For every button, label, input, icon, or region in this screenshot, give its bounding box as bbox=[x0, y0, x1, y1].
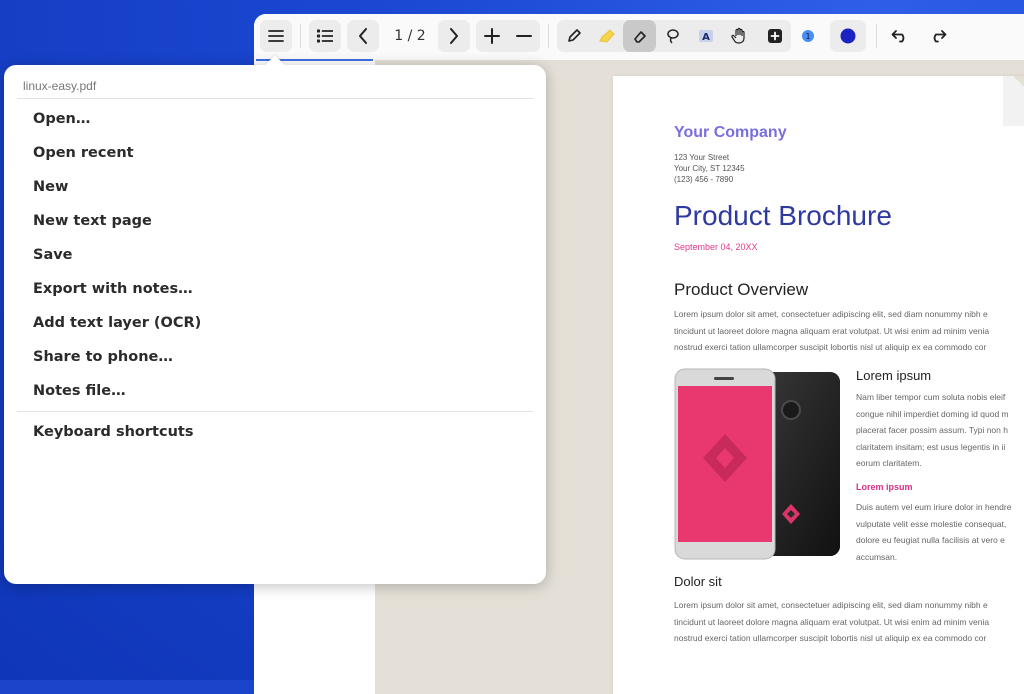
document-date: September 04, 20XX bbox=[674, 242, 758, 252]
paragraph-line: Lorem ipsum dolor sit amet, consectetuer… bbox=[674, 600, 988, 610]
main-menu-button[interactable] bbox=[260, 20, 292, 52]
toolbar-separator bbox=[548, 24, 549, 48]
page-indicator[interactable]: 1 / 2 bbox=[382, 20, 438, 52]
paragraph-line: tincidunt ut laoreet dolore magna aliqua… bbox=[674, 616, 990, 627]
section-heading-2: Dolor sit bbox=[674, 574, 722, 589]
add-button[interactable] bbox=[758, 20, 791, 52]
menu-divider bbox=[17, 411, 533, 412]
section-paragraph-2: Lorem ipsum dolor sit amet, consectetuer… bbox=[674, 597, 989, 647]
paragraph-line: tincidunt ut laoreet dolore magna aliqua… bbox=[674, 325, 990, 336]
menu-item-new-text-page[interactable]: New text page bbox=[33, 213, 152, 229]
paragraph-line: claritatem insitam; est usus legentis in… bbox=[856, 441, 1006, 452]
text-tool-button[interactable]: A bbox=[689, 20, 722, 52]
paragraph-line: placerat facer possim assum. Typi non h bbox=[856, 425, 1008, 435]
paragraph-line: nostrud exerci tation ullamcorper suscip… bbox=[674, 342, 987, 352]
chevron-left-icon bbox=[359, 28, 367, 44]
plus-square-icon bbox=[767, 29, 782, 43]
hand-icon bbox=[730, 27, 745, 44]
stamp-tool-button[interactable]: 1 bbox=[791, 20, 824, 52]
paragraph-line: accumsan. bbox=[856, 551, 898, 562]
menu-filename: linux-easy.pdf bbox=[23, 79, 97, 93]
zoom-group bbox=[476, 20, 540, 52]
hamburger-icon bbox=[268, 30, 284, 42]
document-title: Product Brochure bbox=[674, 200, 892, 231]
main-menu-popover: linux-easy.pdf Open… Open recent New New… bbox=[4, 55, 546, 584]
phone-illustration bbox=[674, 368, 840, 560]
lasso-icon bbox=[666, 29, 679, 44]
page-indicator-text: 1 / 2 bbox=[394, 28, 426, 44]
color-swatch-icon bbox=[840, 28, 856, 44]
toolbar-separator bbox=[876, 24, 877, 48]
chevron-right-icon bbox=[450, 28, 458, 44]
paragraph-line: Nam liber tempor cum soluta nobis eleif bbox=[856, 392, 1006, 402]
undo-icon bbox=[891, 30, 905, 43]
page-fold-corner bbox=[1003, 76, 1024, 126]
outline-button[interactable] bbox=[309, 20, 341, 52]
menu-item-open[interactable]: Open… bbox=[33, 111, 90, 127]
pdf-page[interactable]: Your Company 123 Your Street Your City, … bbox=[613, 76, 1024, 694]
menu-item-open-recent[interactable]: Open recent bbox=[33, 145, 134, 161]
menu-item-export-with-notes[interactable]: Export with notes… bbox=[33, 281, 193, 297]
side-paragraph-2: Duis autem vel eum iriure dolor in hendr… bbox=[856, 499, 1011, 565]
highlighter-icon bbox=[598, 29, 615, 43]
toolbar-separator bbox=[300, 24, 301, 48]
color-picker-button[interactable] bbox=[830, 20, 866, 52]
redo-button[interactable] bbox=[922, 20, 954, 52]
minus-icon bbox=[516, 35, 532, 37]
paragraph-line: Lorem ipsum dolor sit amet, consectetuer… bbox=[674, 309, 988, 319]
paragraph-line: vulputate velit esse molestie consequat, bbox=[856, 518, 1007, 529]
side-heading: Lorem ipsum bbox=[856, 368, 932, 383]
menu-item-notes-file[interactable]: Notes file… bbox=[33, 383, 126, 399]
menu-item-save[interactable]: Save bbox=[33, 247, 73, 263]
previous-page-button[interactable] bbox=[347, 20, 379, 52]
section-paragraph: Lorem ipsum dolor sit amet, consectetuer… bbox=[674, 306, 989, 356]
undo-button[interactable] bbox=[884, 20, 916, 52]
menu-item-keyboard-shortcuts[interactable]: Keyboard shortcuts bbox=[33, 424, 193, 440]
svg-text:1: 1 bbox=[805, 32, 810, 41]
address-line: Your City, ST 12345 bbox=[674, 164, 745, 173]
menu-item-add-text-layer[interactable]: Add text layer (OCR) bbox=[33, 315, 201, 331]
lasso-tool-button[interactable] bbox=[656, 20, 689, 52]
menu-divider bbox=[17, 98, 533, 99]
side-subheading: Lorem ipsum bbox=[856, 482, 913, 492]
side-paragraph: Nam liber tempor cum soluta nobis eleif … bbox=[856, 389, 1009, 472]
eraser-tool-button[interactable] bbox=[623, 20, 656, 52]
text-box-icon: A bbox=[698, 30, 713, 43]
menu-item-new[interactable]: New bbox=[33, 179, 68, 195]
redo-icon bbox=[933, 30, 947, 43]
address-line: (123) 456 - 7890 bbox=[674, 175, 734, 184]
pen-tool-button[interactable] bbox=[557, 20, 590, 52]
eraser-icon bbox=[633, 31, 646, 43]
list-icon bbox=[317, 29, 333, 43]
highlighter-tool-button[interactable] bbox=[590, 20, 623, 52]
svg-text:A: A bbox=[702, 32, 710, 43]
plus-icon bbox=[484, 28, 500, 44]
zoom-in-button[interactable] bbox=[476, 20, 508, 52]
paragraph-line: dolore eu feugiat nulla facilisis at ver… bbox=[856, 535, 1005, 545]
pen-icon bbox=[567, 29, 581, 42]
section-heading: Product Overview bbox=[674, 280, 809, 299]
paragraph-line: nostrud exerci tation ullamcorper suscip… bbox=[674, 633, 987, 643]
paragraph-line: eorum claritatem. bbox=[856, 458, 922, 468]
next-page-button[interactable] bbox=[438, 20, 470, 52]
paragraph-line: Duis autem vel eum iriure dolor in hendr… bbox=[856, 502, 1012, 512]
company-address: 123 Your Street Your City, ST 12345 (123… bbox=[674, 152, 745, 185]
company-name: Your Company bbox=[674, 124, 787, 141]
numbered-stamp-icon: 1 bbox=[801, 30, 814, 42]
menu-item-share-to-phone[interactable]: Share to phone… bbox=[33, 349, 173, 365]
toolbar: 1 / 2 A 1 bbox=[254, 14, 1024, 61]
paragraph-line: congue nihil imperdiet doming id quod m bbox=[856, 408, 1009, 419]
address-line: 123 Your Street bbox=[674, 153, 730, 162]
zoom-out-button[interactable] bbox=[508, 20, 540, 52]
hand-tool-button[interactable] bbox=[722, 20, 755, 52]
